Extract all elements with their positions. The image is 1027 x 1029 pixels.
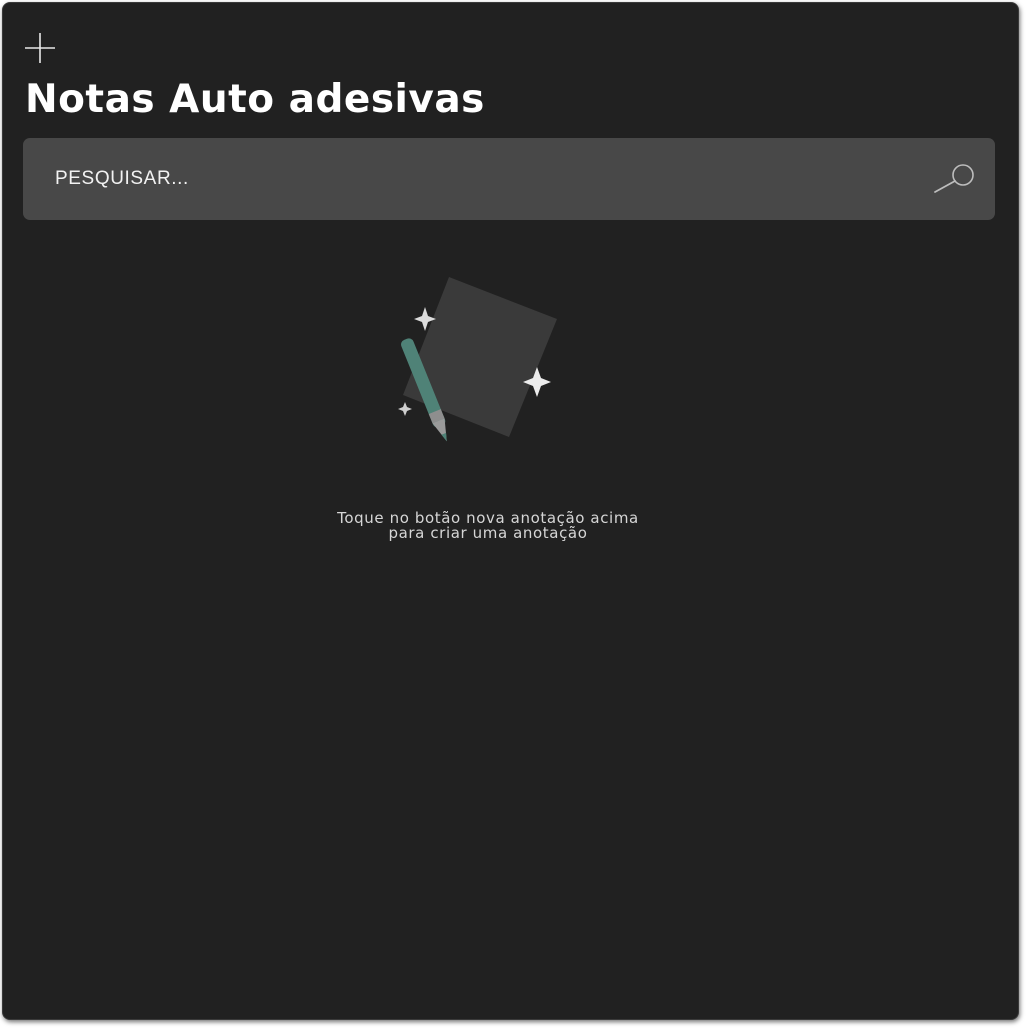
search-bar <box>23 138 995 220</box>
empty-state-line-2: para criar uma anotação <box>388 524 588 542</box>
page-title: Notas Auto adesivas <box>25 77 485 122</box>
search-button[interactable] <box>931 162 977 196</box>
search-input[interactable] <box>55 138 895 220</box>
app-window: Notas Auto adesivas To <box>2 2 1019 1020</box>
search-icon <box>934 164 974 193</box>
empty-state-illustration <box>387 273 573 463</box>
sparkle-icon <box>398 402 412 416</box>
paper-shape <box>403 277 557 437</box>
add-note-button[interactable] <box>23 31 57 65</box>
plus-icon <box>25 33 55 63</box>
empty-state-message: Toque no botão nova anotação acima para … <box>253 511 723 541</box>
